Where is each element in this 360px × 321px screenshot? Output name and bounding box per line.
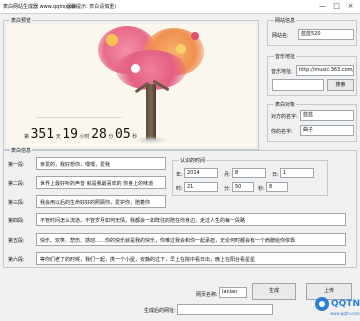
hour-input[interactable]: 21 xyxy=(184,182,218,192)
month-input[interactable]: 8 xyxy=(232,168,266,178)
counter-minutes: 28 xyxy=(91,127,107,142)
paragraph-label: 第四段: xyxy=(8,218,25,224)
his-name-input[interactable]: 蓝蓝 xyxy=(300,110,354,121)
your-name-label: 你的名字: xyxy=(271,129,293,135)
qqtn-watermark: QQTN www.qqtn.com xyxy=(314,292,360,318)
music-url-input[interactable]: http://music.363.com/outchain/player? xyxy=(296,65,354,76)
site-name-input[interactable]: 蓝蓝520 xyxy=(298,29,354,40)
day-label: 日: xyxy=(272,172,279,178)
his-name-label: 对方的名字: xyxy=(271,114,298,120)
watermark-text: QQTN xyxy=(331,299,360,309)
counter-hours: 19 xyxy=(62,127,78,142)
close-button[interactable]: × xyxy=(346,2,355,11)
window-hint: (温馨提示: 表白请慎重) xyxy=(64,4,117,10)
paragraph-label: 第六段: xyxy=(8,257,25,263)
paragraph-input[interactable]: 我会用以后的生命好好的照顾你，爱护你，陪着你 xyxy=(36,195,166,208)
music-search-button[interactable]: 搜索 xyxy=(327,79,354,91)
counter-seconds: 05 xyxy=(115,127,131,142)
paragraph-input[interactable]: 等你们老了的时候，我们一起，携一个小屋，安静的过下，早上在院中看日出，晚上在阳台… xyxy=(36,252,346,265)
counter-days: 351 xyxy=(30,127,55,142)
paragraph-label: 第一段: xyxy=(8,162,25,168)
preview-canvas: ........................................… xyxy=(6,24,256,147)
generated-link-input[interactable] xyxy=(177,304,273,315)
tree-shadow xyxy=(134,136,168,144)
counter-hour-label: 小时 xyxy=(79,134,90,140)
partners-group-label: 表白对象 xyxy=(274,101,297,108)
paragraph-label: 第三段: xyxy=(8,200,25,206)
counter-prefix: 第 xyxy=(24,134,30,140)
preview-text-line: ........................................… xyxy=(36,114,122,120)
paragraph-label: 第五段: xyxy=(8,238,25,244)
heart-petal xyxy=(106,34,118,46)
paragraph-input[interactable]: 世界上最好听的声音 就是我最喜欢的 你身上的味道 xyxy=(36,176,166,189)
minute-input[interactable]: 50 xyxy=(232,182,254,192)
filename-label: 网页名称: xyxy=(196,292,218,298)
filename-input[interactable]: lanlan xyxy=(219,287,247,298)
second-input[interactable]: 8 xyxy=(266,182,288,192)
music-group-label: 音乐地址 xyxy=(274,53,297,60)
year-input[interactable]: 2014 xyxy=(184,168,218,178)
counter-day-label: 天 xyxy=(55,134,61,140)
second-label: 秒: xyxy=(258,186,265,192)
counter-second-label: 秒 xyxy=(132,134,138,140)
music-url-label: 音乐地址: xyxy=(271,69,293,75)
generate-button[interactable]: 生成 xyxy=(252,283,296,300)
paragraph-label: 第二段: xyxy=(8,181,25,187)
heart-petal xyxy=(176,44,186,54)
minute-label: 分: xyxy=(224,186,231,192)
year-label: 年: xyxy=(176,172,183,178)
heart-petal xyxy=(131,64,140,73)
heart-petal xyxy=(191,32,199,40)
maximize-button[interactable]: □ xyxy=(332,2,341,11)
paragraph-input[interactable]: 亲爱的，我好想你，嘿嘿，爱我 xyxy=(36,157,166,170)
time-settings-group-label: 认识的时间 xyxy=(179,157,207,164)
tree-trunk xyxy=(146,84,156,140)
counter-minute-label: 分 xyxy=(108,134,114,140)
paragraphs-group-label: 表白信息 xyxy=(10,147,33,154)
music-search-input[interactable] xyxy=(272,79,324,91)
title-bar: 表白网站生成器 www.qqtn.com (温馨提示: 表白请慎重) — □ × xyxy=(0,0,360,14)
paragraph-input[interactable]: 不管时间怎么流逝，不管岁月如何无情，我都会一如既往的陪在你身边，走过人生的每一段… xyxy=(36,213,346,226)
preview-group-label: 表白预览 xyxy=(10,17,33,24)
month-label: 月: xyxy=(224,172,231,178)
hour-label: 时: xyxy=(176,186,183,192)
watermark-subtext: www.qqtn.com xyxy=(330,311,360,316)
generated-link-label: 生成后的网址: xyxy=(144,308,176,314)
love-counter: 第 351 天 19 小时 28 分 05 秒 xyxy=(24,127,137,142)
site-info-group-label: 网站信息 xyxy=(274,17,297,24)
paragraph-input[interactable]: 快乐、欢笑、悲伤、感动……你的快乐就是我的快乐，你难过我会和你一起承担，无论何时… xyxy=(36,233,346,246)
your-name-input[interactable]: 曲子 xyxy=(300,125,354,136)
minimize-button[interactable]: — xyxy=(318,2,327,11)
day-input[interactable]: 1 xyxy=(280,168,314,178)
site-name-label: 网站名: xyxy=(272,33,289,39)
